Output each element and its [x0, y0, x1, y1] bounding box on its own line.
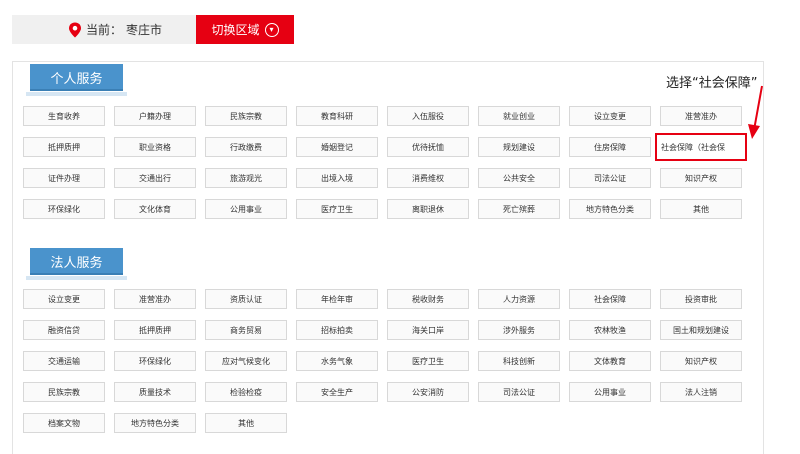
service-item[interactable]: 其他: [205, 413, 287, 433]
switch-region-label: 切换区域: [211, 23, 260, 37]
service-item[interactable]: 证件办理: [23, 168, 105, 188]
service-item[interactable]: 公用事业: [205, 199, 287, 219]
service-item[interactable]: 职业资格: [114, 137, 196, 157]
top-bar: 当前： 枣庄市 切换区域 ▾: [12, 15, 294, 44]
service-item[interactable]: 地方特色分类: [114, 413, 196, 433]
service-item[interactable]: 科技创新: [478, 351, 560, 371]
service-item[interactable]: 医疗卫生: [296, 199, 378, 219]
service-item[interactable]: 司法公证: [569, 168, 651, 188]
service-item[interactable]: 资质认证: [205, 289, 287, 309]
service-item[interactable]: 招标拍卖: [296, 320, 378, 340]
service-item[interactable]: 投资审批: [660, 289, 742, 309]
service-item[interactable]: 国土和规划建设: [660, 320, 742, 340]
tab-legal-services[interactable]: 法人服务: [26, 248, 127, 280]
service-item[interactable]: 检验检疫: [205, 382, 287, 402]
service-item[interactable]: 人力资源: [478, 289, 560, 309]
service-item[interactable]: 公用事业: [569, 382, 651, 402]
location-city: 枣庄市: [126, 23, 163, 37]
service-item[interactable]: 法人注销: [660, 382, 742, 402]
annotation-arrow-icon: [748, 85, 763, 139]
service-item[interactable]: 交通运输: [23, 351, 105, 371]
service-item[interactable]: 海关口岸: [387, 320, 469, 340]
service-item[interactable]: 准营准办: [114, 289, 196, 309]
service-item[interactable]: 其他: [660, 199, 742, 219]
service-item[interactable]: 入伍服役: [387, 106, 469, 126]
service-item[interactable]: 质量技术: [114, 382, 196, 402]
legal-services-title: 法人服务: [50, 256, 103, 271]
service-item[interactable]: 年检年审: [296, 289, 378, 309]
service-item[interactable]: 民族宗教: [205, 106, 287, 126]
service-item[interactable]: 设立变更: [23, 289, 105, 309]
service-item[interactable]: 交通出行: [114, 168, 196, 188]
service-item[interactable]: 公共安全: [478, 168, 560, 188]
service-item[interactable]: 抵押质押: [114, 320, 196, 340]
service-item[interactable]: 离职退休: [387, 199, 469, 219]
service-item[interactable]: 抵押质押: [23, 137, 105, 157]
service-item[interactable]: 就业创业: [478, 106, 560, 126]
service-item[interactable]: 应对气候变化: [205, 351, 287, 371]
service-item[interactable]: 文化体育: [114, 199, 196, 219]
service-item[interactable]: 婚姻登记: [296, 137, 378, 157]
service-item[interactable]: 户籍办理: [114, 106, 196, 126]
service-item[interactable]: 生育收养: [23, 106, 105, 126]
service-item[interactable]: 税收财务: [387, 289, 469, 309]
service-item[interactable]: 消费维权: [387, 168, 469, 188]
switch-region-button[interactable]: 切换区域 ▾: [196, 15, 294, 44]
service-item[interactable]: 民族宗教: [23, 382, 105, 402]
service-item[interactable]: 社会保障: [569, 289, 651, 309]
service-item[interactable]: 设立变更: [569, 106, 651, 126]
service-item[interactable]: 水务气象: [296, 351, 378, 371]
tab-personal-services[interactable]: 个人服务: [26, 64, 127, 96]
service-item[interactable]: 融资信贷: [23, 320, 105, 340]
service-item[interactable]: 环保绿化: [23, 199, 105, 219]
service-item[interactable]: 公安消防: [387, 382, 469, 402]
service-item[interactable]: 安全生产: [296, 382, 378, 402]
location-pin-icon: [69, 22, 81, 37]
personal-services-title: 个人服务: [50, 72, 103, 87]
service-item[interactable]: 档案文物: [23, 413, 105, 433]
service-item[interactable]: 地方特色分类: [569, 199, 651, 219]
service-item[interactable]: 教育科研: [296, 106, 378, 126]
chevron-down-icon: ▾: [264, 22, 279, 37]
service-item[interactable]: 出境入境: [296, 168, 378, 188]
service-item[interactable]: 行政缴费: [205, 137, 287, 157]
service-item[interactable]: 医疗卫生: [387, 351, 469, 371]
service-item[interactable]: 农林牧渔: [569, 320, 651, 340]
service-item[interactable]: 涉外服务: [478, 320, 560, 340]
service-item[interactable]: 住房保障: [569, 137, 651, 157]
service-item[interactable]: 规划建设: [478, 137, 560, 157]
service-item[interactable]: 文体教育: [569, 351, 651, 371]
service-item[interactable]: 商务贸易: [205, 320, 287, 340]
location-prefix: 当前：: [86, 23, 123, 37]
service-item[interactable]: 旅游观光: [205, 168, 287, 188]
current-location: 当前： 枣庄市: [12, 15, 196, 44]
services-panel: 个人服务 生育收养 户籍办理 民族宗教 教育科研 入伍服役 就业创业 设立变更 准营准办 抵押质…: [12, 61, 764, 454]
service-item[interactable]: 知识产权: [660, 351, 742, 371]
service-item[interactable]: 环保绿化: [114, 351, 196, 371]
service-item[interactable]: 死亡殡葬: [478, 199, 560, 219]
service-item[interactable]: 司法公证: [478, 382, 560, 402]
service-item[interactable]: 优待抚恤: [387, 137, 469, 157]
service-item[interactable]: 知识产权: [660, 168, 742, 188]
